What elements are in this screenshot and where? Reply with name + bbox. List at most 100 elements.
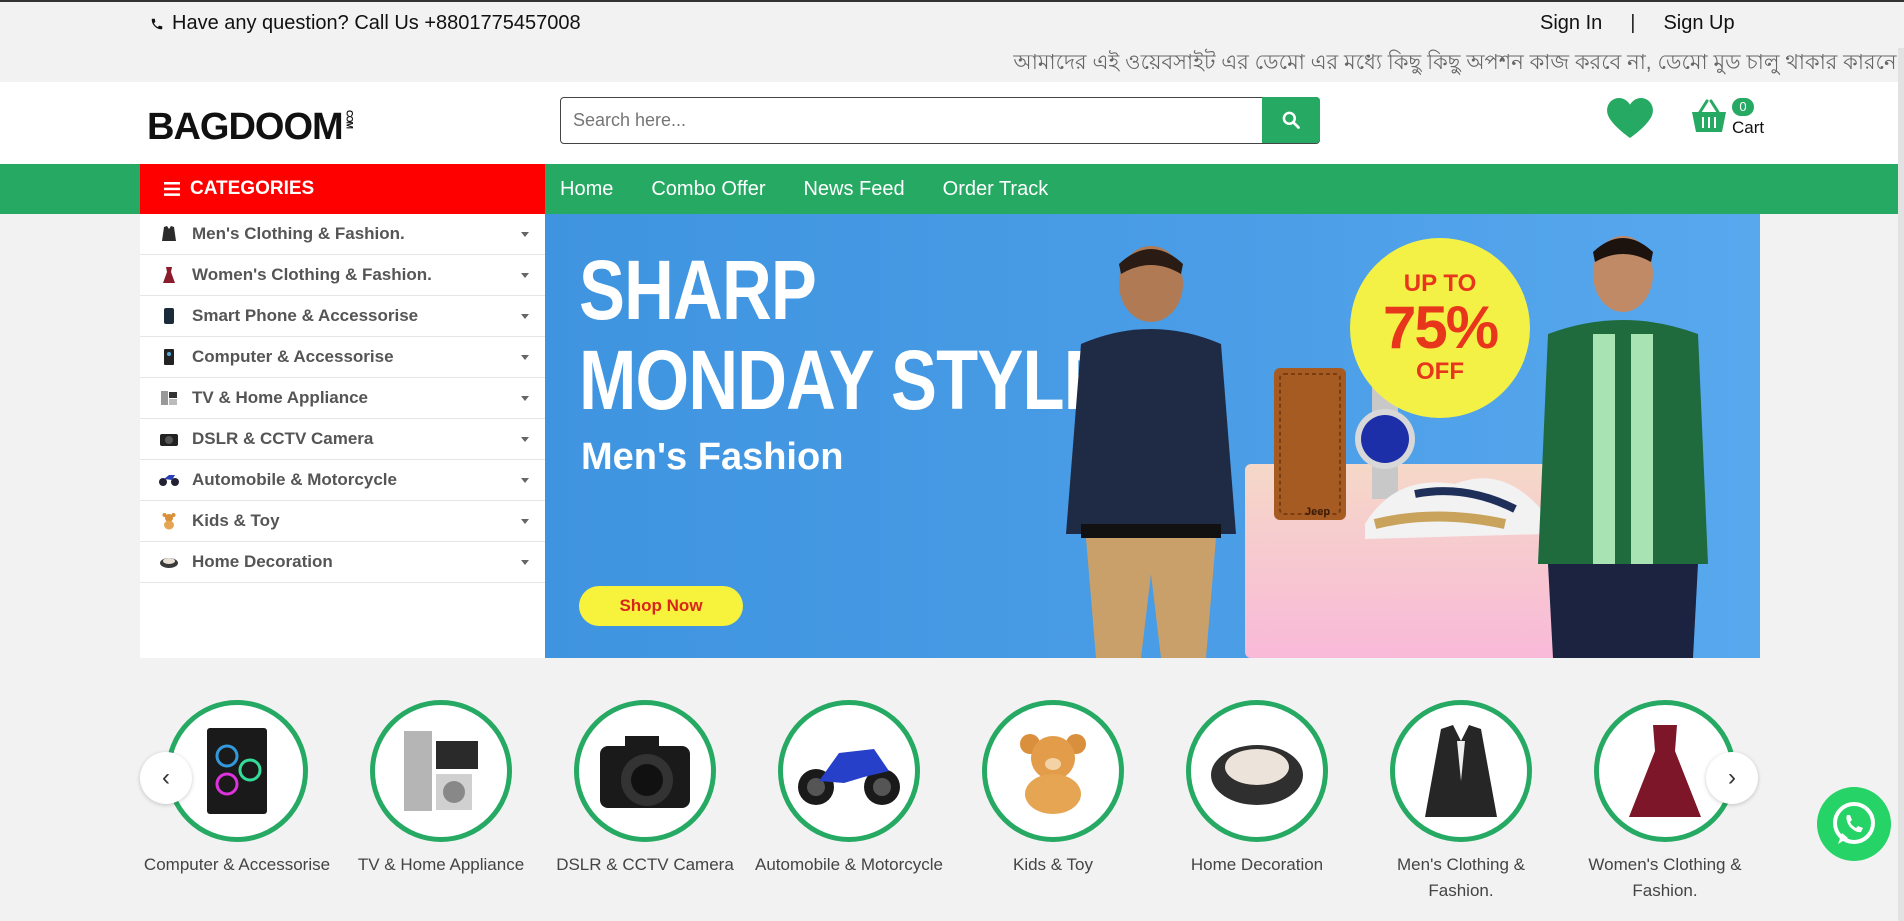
chevron-down-icon (521, 313, 529, 319)
camera-icon (158, 428, 180, 450)
top-bar: Have any question? Call Us +880177545700… (0, 2, 1904, 82)
page-scrollbar[interactable] (1898, 48, 1904, 921)
chevron-down-icon (521, 559, 529, 565)
banner-title-line2: MONDAY STYLE (579, 333, 1110, 427)
site-header: BAGDOOM COM 0 Cart (0, 82, 1904, 164)
model-green-shirt-image (1538, 236, 1708, 658)
category-item-smart-phone[interactable]: Smart Phone & Accessorise (140, 296, 545, 337)
jacket-icon (158, 223, 180, 245)
chevron-down-icon (521, 395, 529, 401)
whatsapp-button[interactable] (1817, 787, 1891, 861)
motorcycle-icon (798, 749, 900, 805)
carousel-caption: Computer & Accessorise (143, 855, 331, 874)
sign-in-link[interactable]: Sign In (1540, 12, 1602, 35)
armchair-icon (1211, 745, 1303, 805)
carousel-item-kids-toy[interactable]: Kids & Toy (958, 700, 1148, 878)
category-item-tv-home-appliance[interactable]: TV & Home Appliance (140, 378, 545, 419)
phone-icon (158, 305, 180, 327)
chevron-down-icon (521, 477, 529, 483)
category-label: Computer & Accessorise (192, 347, 394, 366)
blazer-icon (1425, 725, 1497, 817)
logo-text: BAGDOOM (147, 106, 344, 148)
category-item-mens-clothing[interactable]: Men's Clothing & Fashion. (140, 214, 545, 255)
teddy-bear-icon (1020, 734, 1086, 814)
cart-count-badge: 0 (1732, 98, 1754, 116)
search-box (560, 97, 1320, 144)
category-label: DSLR & CCTV Camera (192, 429, 374, 448)
appliances-icon (404, 731, 478, 811)
banner-title-line1: SHARP (579, 243, 817, 337)
carousel-item-tv-home-appliance[interactable]: TV & Home Appliance (346, 700, 536, 878)
dress-icon (158, 264, 180, 286)
model-dark-shirt-image (1066, 246, 1236, 658)
nav-home[interactable]: Home (560, 178, 613, 201)
category-item-automobile[interactable]: Automobile & Motorcycle (140, 460, 545, 501)
carousel-next-button[interactable]: › (1706, 752, 1758, 804)
carousel-item-home-decoration[interactable]: Home Decoration (1162, 700, 1352, 878)
nav-news-feed[interactable]: News Feed (803, 178, 904, 201)
category-item-computer[interactable]: Computer & Accessorise (140, 337, 545, 378)
hamburger-icon (164, 182, 180, 196)
category-item-home-decoration[interactable]: Home Decoration (140, 542, 545, 583)
shop-now-button[interactable]: Shop Now (579, 586, 743, 626)
sign-up-link[interactable]: Sign Up (1663, 12, 1734, 35)
phone-icon (151, 18, 163, 29)
category-label: Smart Phone & Accessorise (192, 306, 419, 325)
discount-badge-value: 75% (1382, 294, 1499, 361)
nav-order-track[interactable]: Order Track (943, 178, 1049, 201)
nav-combo-offer[interactable]: Combo Offer (651, 178, 765, 201)
discount-badge-bottom: OFF (1416, 358, 1464, 385)
basket-icon (1692, 99, 1726, 132)
carousel-item-mens-clothing[interactable]: Men's Clothing & Fashion. (1366, 700, 1556, 904)
category-label: Home Decoration (192, 552, 333, 571)
category-label: Automobile & Motorcycle (192, 470, 397, 489)
heart-icon (1607, 98, 1653, 138)
category-label: Men's Clothing & Fashion. (192, 224, 405, 243)
sofa-icon (158, 551, 180, 573)
category-label: Women's Clothing & Fashion. (192, 265, 432, 284)
contact-phone: Have any question? Call Us +880177545700… (150, 12, 581, 35)
teddy-icon (158, 510, 180, 532)
site-logo[interactable]: BAGDOOM COM (147, 106, 355, 149)
chevron-down-icon (521, 436, 529, 442)
carousel-prev-button[interactable]: ‹ (140, 752, 192, 804)
carousel-image-ring (1390, 700, 1532, 842)
logo-suffix: COM (344, 110, 355, 128)
carousel-image-ring (1186, 700, 1328, 842)
carousel-image-ring (982, 700, 1124, 842)
chevron-down-icon (521, 354, 529, 360)
carousel-caption: Men's Clothing & Fashion. (1397, 855, 1525, 900)
hero-banner[interactable]: SHARP MONDAY STYLE Men's Fashion Shop No… (545, 214, 1760, 658)
carousel-image-ring (574, 700, 716, 842)
motorcycle-icon (158, 469, 180, 491)
carousel-item-automobile[interactable]: Automobile & Motorcycle (754, 700, 944, 878)
wallet-image (1274, 368, 1346, 520)
search-button[interactable] (1262, 97, 1320, 143)
category-label: TV & Home Appliance (192, 388, 369, 407)
carousel-caption: TV & Home Appliance (357, 855, 525, 874)
auth-separator: | (1630, 12, 1636, 34)
tv-icon (158, 387, 180, 409)
computer-icon (158, 346, 180, 368)
categories-toggle[interactable]: CATEGORIES (140, 164, 545, 214)
category-item-womens-clothing[interactable]: Women's Clothing & Fashion. (140, 255, 545, 296)
carousel-caption: Home Decoration (1190, 855, 1324, 874)
main-navbar: CATEGORIES Home Combo Offer News Feed Or… (0, 164, 1904, 214)
categories-label: CATEGORIES (190, 178, 315, 199)
phone-text: Have any question? Call Us +880177545700… (172, 12, 581, 34)
category-item-kids-toy[interactable]: Kids & Toy (140, 501, 545, 542)
computer-case-icon (207, 728, 267, 814)
carousel-image-ring (370, 700, 512, 842)
cart-button[interactable]: 0 Cart (1688, 98, 1768, 146)
cart-label: Cart (1732, 118, 1765, 137)
carousel-caption: Women's Clothing & Fashion. (1588, 855, 1742, 900)
wishlist-button[interactable] (1606, 96, 1656, 140)
category-item-dslr-cctv[interactable]: DSLR & CCTV Camera (140, 419, 545, 460)
whatsapp-icon (1833, 802, 1875, 844)
search-input[interactable] (561, 98, 1275, 142)
banner-subtitle: Men's Fashion (581, 436, 844, 478)
category-carousel: Computer & Accessorise TV & Home Applian… (140, 700, 1760, 900)
carousel-item-dslr-cctv[interactable]: DSLR & CCTV Camera (550, 700, 740, 878)
search-icon (1282, 111, 1300, 129)
nav-menu: Home Combo Offer News Feed Order Track (560, 164, 1048, 214)
